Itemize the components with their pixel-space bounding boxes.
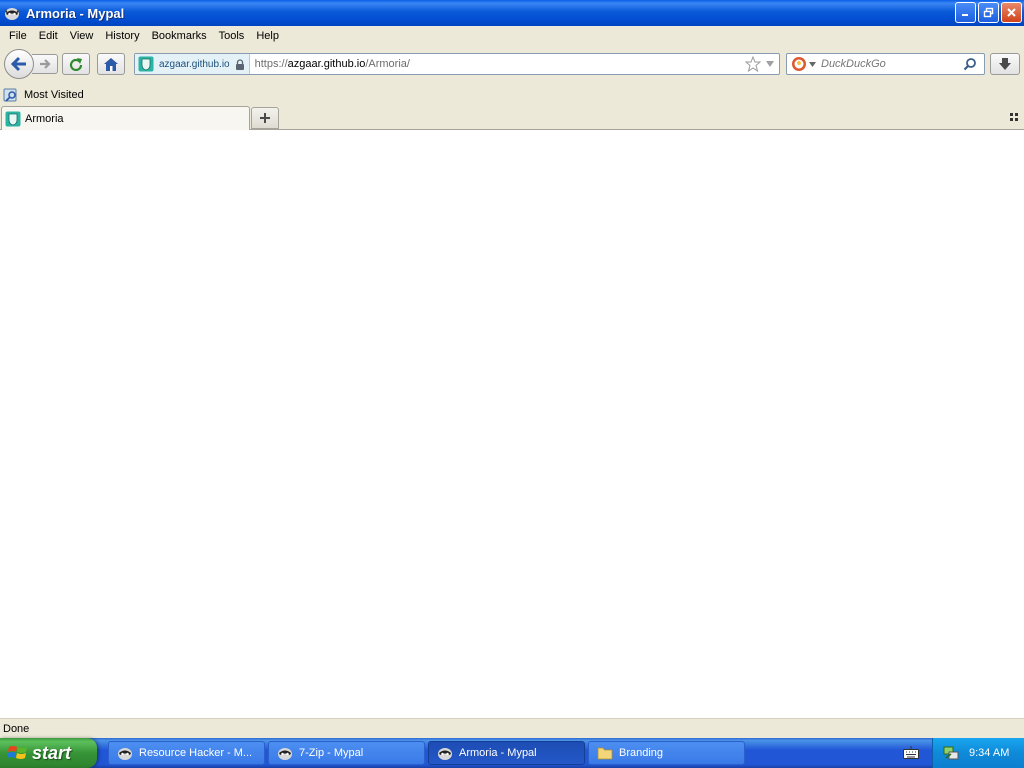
- downloads-button[interactable]: [990, 53, 1020, 75]
- status-text: Done: [3, 722, 30, 735]
- url-host: azgaar.github.io: [287, 58, 366, 70]
- plus-icon: [260, 113, 270, 123]
- back-button[interactable]: [4, 49, 34, 79]
- bookmark-star-icon[interactable]: [745, 56, 761, 72]
- restore-button[interactable]: [978, 2, 999, 23]
- address-bar[interactable]: azgaar.github.io https://azgaar.github.i…: [134, 53, 780, 75]
- tab-strip: Armoria: [0, 106, 1024, 130]
- taskbar-item-branding[interactable]: Branding: [588, 741, 745, 765]
- title-bar[interactable]: Armoria - Mypal: [0, 0, 1024, 26]
- home-icon: [104, 58, 118, 71]
- start-button[interactable]: start: [0, 738, 97, 768]
- taskbar-item-label: Branding: [619, 747, 664, 759]
- close-button[interactable]: [1001, 2, 1022, 23]
- forward-arrow-icon: [39, 59, 51, 69]
- window-controls: [955, 2, 1022, 23]
- menu-tools[interactable]: Tools: [213, 27, 251, 45]
- taskbar-item-label: Armoria - Mypal: [459, 747, 537, 759]
- tab-favicon-icon: [5, 111, 21, 126]
- search-input[interactable]: [821, 58, 961, 70]
- minimize-icon: [962, 14, 968, 16]
- reload-button[interactable]: [62, 53, 90, 75]
- taskbar-item-resource-hacker[interactable]: Resource Hacker - M...: [108, 741, 265, 765]
- taskbar: start Resource Hacker - M... 7-Zip - Myp…: [0, 738, 1024, 768]
- window-title: Armoria - Mypal: [26, 5, 125, 21]
- dropdown-arrow-icon[interactable]: [765, 60, 775, 68]
- mypal-app-icon: [278, 748, 292, 760]
- mypal-app-icon: [438, 748, 452, 760]
- taskbar-item-7zip[interactable]: 7-Zip - Mypal: [268, 741, 425, 765]
- search-bar: [786, 53, 985, 75]
- new-tab-button[interactable]: [251, 107, 279, 129]
- download-arrow-icon: [999, 58, 1011, 70]
- back-arrow-icon: [10, 56, 26, 72]
- start-label: start: [32, 742, 72, 763]
- minimize-button[interactable]: [955, 2, 976, 23]
- tab-armoria[interactable]: Armoria: [1, 106, 250, 130]
- url-path: /Armoria/: [365, 58, 410, 70]
- reload-icon: [69, 58, 83, 71]
- site-favicon-icon: [138, 56, 154, 72]
- bookmark-label: Most Visited: [24, 89, 84, 101]
- status-bar: Done: [0, 718, 1024, 738]
- list-all-tabs-icon[interactable]: [1010, 113, 1019, 122]
- duckduckgo-icon: [792, 57, 806, 71]
- home-button[interactable]: [97, 53, 125, 75]
- restore-icon: [983, 7, 994, 18]
- mypal-app-icon: [118, 748, 132, 760]
- menu-file[interactable]: File: [3, 27, 33, 45]
- bookmark-most-visited[interactable]: Most Visited: [3, 87, 84, 103]
- identity-host: azgaar.github.io: [159, 58, 230, 70]
- navigation-toolbar: azgaar.github.io https://azgaar.github.i…: [0, 46, 1024, 84]
- bookmarks-toolbar: Most Visited: [0, 84, 1024, 106]
- forward-button[interactable]: [32, 54, 58, 74]
- tab-title: Armoria: [25, 112, 64, 125]
- taskbar-item-armoria[interactable]: Armoria - Mypal: [428, 741, 585, 765]
- page-content[interactable]: [0, 130, 1024, 718]
- site-identity-box[interactable]: azgaar.github.io: [135, 54, 250, 74]
- close-icon: [1007, 8, 1016, 17]
- network-status-icon[interactable]: [943, 745, 959, 761]
- address-bar-icons: [745, 56, 779, 72]
- url-text: https://azgaar.github.io/Armoria/: [250, 58, 745, 70]
- taskbar-item-label: Resource Hacker - M...: [139, 747, 253, 759]
- most-visited-folder-icon: [3, 88, 17, 102]
- url-scheme: https://: [254, 58, 288, 70]
- windows-logo-icon: [8, 746, 27, 759]
- taskbar-item-label: 7-Zip - Mypal: [299, 747, 364, 759]
- engine-dropdown-icon: [809, 61, 816, 67]
- menu-history[interactable]: History: [99, 27, 145, 45]
- back-forward-group: [4, 49, 58, 79]
- mypal-app-icon: [5, 8, 19, 20]
- folder-icon: [597, 747, 613, 760]
- menu-help[interactable]: Help: [250, 27, 285, 45]
- menu-bar: File Edit View History Bookmarks Tools H…: [0, 26, 1024, 46]
- search-icon[interactable]: [963, 57, 977, 71]
- menu-bookmarks[interactable]: Bookmarks: [146, 27, 213, 45]
- keyboard-layout-icon[interactable]: [903, 746, 919, 760]
- menu-view[interactable]: View: [64, 27, 100, 45]
- menu-edit[interactable]: Edit: [33, 27, 64, 45]
- search-engine-selector[interactable]: [787, 56, 821, 72]
- clock[interactable]: 9:34 AM: [969, 747, 1009, 759]
- lock-icon: [235, 58, 244, 70]
- system-tray: 9:34 AM: [932, 738, 1024, 768]
